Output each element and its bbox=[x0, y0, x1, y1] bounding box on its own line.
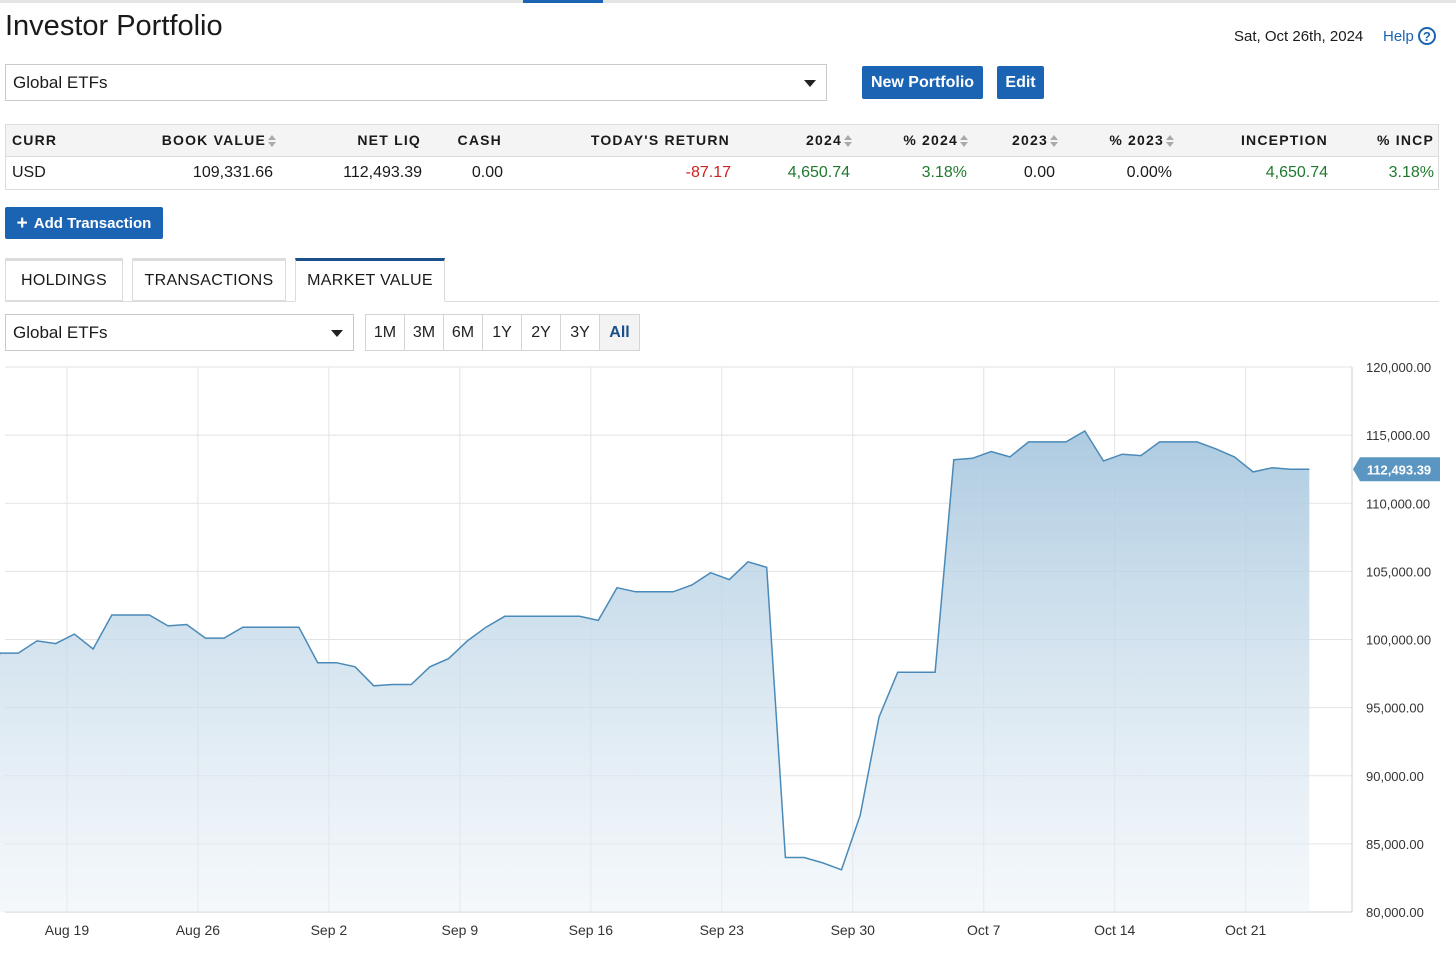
range-2y[interactable]: 2Y bbox=[522, 315, 561, 350]
y-tick-label: 120,000.00 bbox=[1366, 360, 1431, 375]
chart-portfolio-select[interactable]: Global ETFs bbox=[5, 314, 354, 351]
y-tick-label: 90,000.00 bbox=[1366, 769, 1424, 784]
add-transaction-button[interactable]: + Add Transaction bbox=[5, 207, 163, 239]
x-tick-label: Sep 23 bbox=[700, 922, 745, 938]
header-net-liq: NET LIQ bbox=[357, 132, 421, 148]
page-title: Investor Portfolio bbox=[5, 10, 223, 42]
portfolio-summary-table: CURR BOOK VALUE NET LIQ CASH TODAY'S RET… bbox=[5, 124, 1439, 190]
header-2024-label: 2024 bbox=[806, 132, 842, 148]
new-portfolio-button[interactable]: New Portfolio bbox=[862, 66, 983, 99]
header-cash: CASH bbox=[457, 132, 502, 148]
value-curr: USD bbox=[12, 164, 46, 181]
portfolio-select-value: Global ETFs bbox=[13, 72, 108, 92]
y-tick-label: 80,000.00 bbox=[1366, 905, 1424, 920]
range-3m[interactable]: 3M bbox=[405, 315, 444, 350]
chevron-down-icon bbox=[331, 329, 343, 337]
header-book-value-label: BOOK VALUE bbox=[161, 132, 266, 148]
x-tick-label: Aug 26 bbox=[176, 922, 221, 938]
header-inception: INCEPTION bbox=[1240, 132, 1328, 148]
x-tick-label: Sep 2 bbox=[311, 922, 348, 938]
tab-market-value[interactable]: MARKET VALUE bbox=[295, 258, 445, 302]
x-tick-label: Sep 16 bbox=[569, 922, 614, 938]
y-axis-labels: 80,000.00 85,000.00 90,000.00 95,000.00 100,… bbox=[1366, 360, 1431, 920]
y-tick-label: 85,000.00 bbox=[1366, 837, 1424, 852]
value-2023: 0.00 bbox=[1023, 164, 1055, 181]
sort-icon bbox=[268, 135, 276, 148]
x-tick-label: Oct 7 bbox=[967, 922, 1001, 938]
top-nav-indicator bbox=[523, 0, 603, 3]
y-tick-label: 100,000.00 bbox=[1366, 633, 1431, 648]
range-all[interactable]: All bbox=[600, 315, 639, 350]
chart-select-value: Global ETFs bbox=[13, 322, 108, 342]
x-tick-label: Sep 9 bbox=[442, 922, 479, 938]
sort-icon bbox=[844, 135, 852, 148]
market-value-chart: 80,000.00 85,000.00 90,000.00 95,000.00 100,… bbox=[0, 360, 1440, 938]
header-pct-2024[interactable]: % 2024 bbox=[903, 132, 968, 148]
x-tick-label: Oct 21 bbox=[1225, 922, 1266, 938]
x-tick-label: Sep 30 bbox=[831, 922, 876, 938]
sort-icon bbox=[1166, 135, 1174, 148]
range-1y[interactable]: 1Y bbox=[483, 315, 522, 350]
value-pct-incp: 3.18% bbox=[1388, 164, 1434, 181]
value-2024: 4,650.74 bbox=[787, 164, 850, 181]
current-date: Sat, Oct 26th, 2024 bbox=[1234, 28, 1364, 45]
value-inception: 4,650.74 bbox=[1265, 164, 1328, 181]
value-pct-2024: 3.18% bbox=[921, 164, 967, 181]
range-3y[interactable]: 3Y bbox=[561, 315, 600, 350]
x-axis-labels: Aug 19 Aug 26 Sep 2 Sep 9 Sep 16 Sep 23 Sep 30… bbox=[45, 922, 1267, 938]
header-pct-2023-label: % 2023 bbox=[1109, 132, 1164, 148]
header-book-value[interactable]: BOOK VALUE bbox=[162, 132, 276, 148]
summary-header-row: CURR BOOK VALUE NET LIQ CASH TODAY'S RET… bbox=[6, 125, 1438, 157]
x-tick-label: Aug 19 bbox=[45, 922, 90, 938]
help-link[interactable]: Help ? bbox=[1383, 27, 1436, 45]
x-tick-label: Oct 14 bbox=[1094, 922, 1135, 938]
top-border bbox=[0, 0, 1456, 3]
value-cash: 0.00 bbox=[471, 164, 503, 181]
y-tick-label: 105,000.00 bbox=[1366, 564, 1431, 579]
range-6m[interactable]: 6M bbox=[444, 315, 483, 350]
value-book-value: 109,331.66 bbox=[192, 164, 273, 181]
sort-icon bbox=[960, 135, 968, 148]
y-tick-label: 110,000.00 bbox=[1366, 496, 1430, 511]
tab-transactions[interactable]: TRANSACTIONS bbox=[132, 258, 286, 301]
edit-button[interactable]: Edit bbox=[997, 66, 1044, 99]
tab-holdings[interactable]: HOLDINGS bbox=[5, 258, 123, 301]
header-curr: CURR bbox=[12, 132, 58, 148]
y-tick-label: 115,000.00 bbox=[1366, 428, 1430, 443]
header-2024[interactable]: 2024 bbox=[806, 132, 852, 148]
y-tick-label: 95,000.00 bbox=[1366, 701, 1424, 716]
portfolio-select[interactable]: Global ETFs bbox=[5, 64, 827, 101]
tabs-divider bbox=[5, 301, 1439, 302]
sort-icon bbox=[1050, 135, 1058, 148]
header-2023[interactable]: 2023 bbox=[1012, 132, 1058, 148]
chevron-down-icon bbox=[804, 79, 816, 87]
header-pct-incp: % INCP bbox=[1377, 132, 1434, 148]
help-label: Help bbox=[1383, 27, 1414, 45]
value-pct-2023: 0.00% bbox=[1126, 164, 1172, 181]
value-net-liq: 112,493.39 bbox=[343, 164, 422, 181]
help-icon: ? bbox=[1417, 27, 1436, 45]
header-pct-2024-label: % 2024 bbox=[903, 132, 958, 148]
header-todays-return: TODAY'S RETURN bbox=[590, 132, 730, 148]
header-pct-2023[interactable]: % 2023 bbox=[1109, 132, 1174, 148]
value-todays-return: -87.17 bbox=[685, 164, 731, 181]
range-selector: 1M 3M 6M 1Y 2Y 3Y All bbox=[365, 314, 640, 351]
add-transaction-label: Add Transaction bbox=[33, 214, 152, 232]
header-2023-label: 2023 bbox=[1012, 132, 1048, 148]
range-1m[interactable]: 1M bbox=[366, 315, 405, 350]
last-value-flag: 112,493.39 bbox=[1353, 457, 1440, 482]
last-value-label: 112,493.39 bbox=[1367, 462, 1431, 477]
plus-icon: + bbox=[16, 212, 28, 234]
